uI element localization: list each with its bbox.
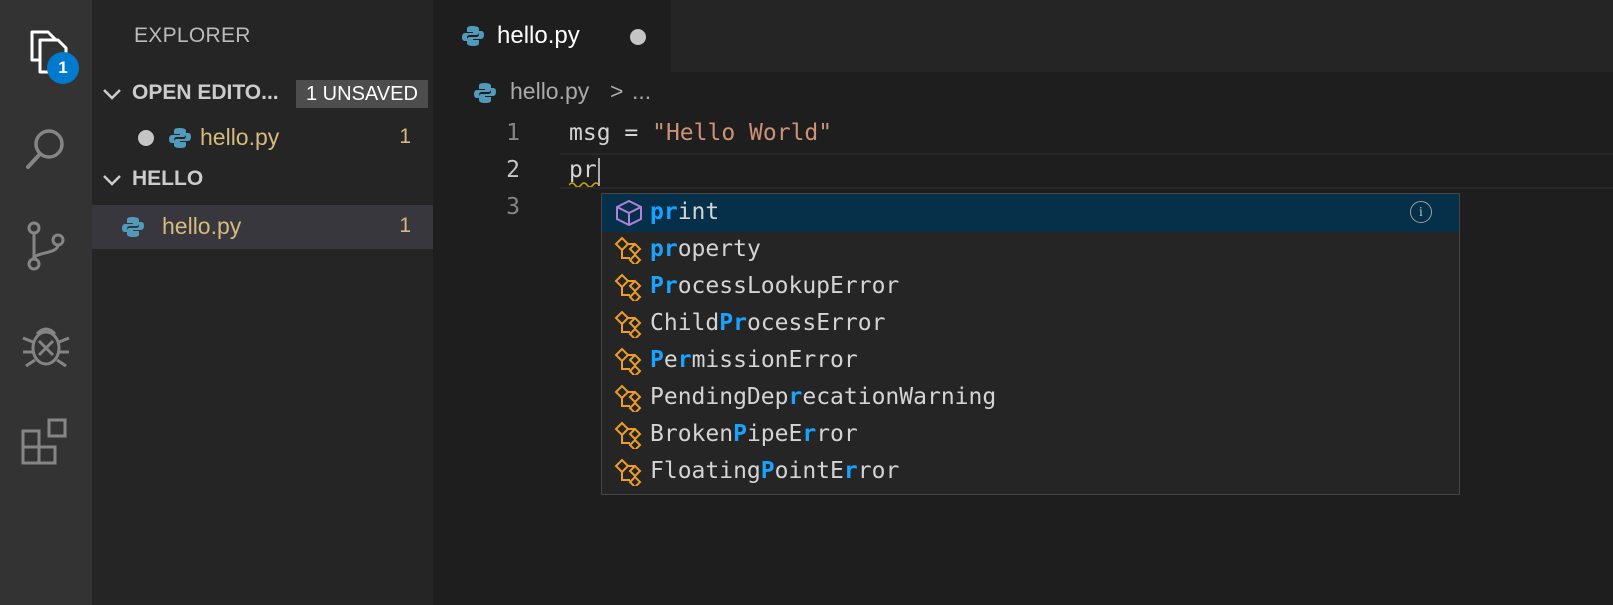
suggestion-label: PendingDeprecationWarning — [650, 384, 997, 410]
tab-bar: hello.py — [433, 0, 1613, 72]
open-editor-filename: hello.py — [200, 124, 280, 150]
suggestion-item[interactable]: FloatingPointError — [602, 453, 1459, 491]
suggestion-item[interactable]: PermissionError — [602, 342, 1459, 380]
suggestion-item[interactable]: ProcessLookupError — [602, 268, 1459, 306]
suggest-widget: print i property ProcessLookupError ChildPro… — [601, 193, 1460, 495]
class-icon — [614, 310, 644, 341]
suggestion-label: ProcessLookupError — [650, 273, 900, 299]
breadcrumb-separator: > — [610, 78, 624, 104]
python-file-icon — [462, 26, 484, 46]
suggestion-item[interactable]: ChildProcessError — [602, 305, 1459, 343]
class-icon — [614, 273, 644, 304]
problem-count: 1 — [399, 125, 411, 148]
debug-icon[interactable] — [18, 316, 74, 372]
suggestion-label: FloatingPointError — [650, 458, 900, 484]
chevron-down-icon — [103, 175, 121, 186]
tab-label: hello.py — [497, 22, 580, 49]
search-icon[interactable] — [18, 120, 74, 176]
sidebar-title: EXPLORER — [134, 24, 251, 47]
extensions-icon[interactable] — [18, 414, 74, 470]
class-icon — [614, 347, 644, 378]
open-editors-section[interactable]: OPEN EDITO... 1 UNSAVED — [92, 72, 433, 116]
class-icon — [614, 384, 644, 415]
suggestion-item[interactable]: BrokenPipeError — [602, 416, 1459, 454]
class-icon — [614, 236, 644, 267]
activity-bar: 1 — [0, 0, 92, 605]
breadcrumb-file[interactable]: hello.py — [510, 78, 589, 105]
folder-section-hello[interactable]: HELLO — [92, 158, 433, 202]
code-line-2[interactable]: pr — [569, 157, 597, 183]
suggestion-label: ChildProcessError — [650, 310, 886, 336]
explorer-badge: 1 — [47, 52, 79, 84]
python-file-icon — [474, 83, 496, 103]
current-line-highlight — [560, 153, 1613, 189]
code-operator: = — [610, 120, 653, 146]
suggestion-label: BrokenPipeError — [650, 421, 858, 447]
open-editor-item[interactable]: hello.py 1 — [92, 116, 433, 160]
chevron-down-icon — [103, 89, 121, 100]
code-string: "Hello World" — [652, 120, 833, 146]
method-icon — [614, 199, 644, 227]
error-squiggle — [569, 182, 599, 187]
class-icon — [614, 421, 644, 452]
python-file-icon — [169, 128, 191, 148]
breadcrumb-more[interactable]: ... — [632, 78, 651, 105]
unsaved-badge: 1 UNSAVED — [296, 80, 428, 108]
suggestion-label: PermissionError — [650, 347, 858, 373]
unsaved-dot-icon[interactable] — [630, 29, 646, 45]
open-editors-label: OPEN EDITO... — [132, 81, 279, 104]
suggestion-label: print — [650, 199, 720, 225]
folder-label: HELLO — [132, 167, 204, 190]
line-number: 3 — [506, 194, 520, 220]
problem-count: 1 — [399, 214, 411, 237]
tab-hello-py[interactable]: hello.py — [433, 0, 671, 72]
text-cursor — [598, 158, 600, 186]
folder-file-item[interactable]: hello.py 1 — [92, 205, 433, 249]
info-icon[interactable]: i — [1410, 201, 1432, 223]
suggestion-item[interactable]: PendingDeprecationWarning — [602, 379, 1459, 417]
class-icon — [614, 458, 644, 489]
python-file-icon — [122, 217, 144, 237]
explorer-sidebar: EXPLORER OPEN EDITO... 1 UNSAVED hello.p… — [92, 0, 433, 605]
code-variable: msg — [569, 120, 611, 146]
unsaved-dot-icon[interactable] — [138, 130, 154, 146]
suggestion-item[interactable]: property — [602, 231, 1459, 269]
source-control-icon[interactable] — [18, 218, 74, 274]
suggestion-item[interactable]: print i — [602, 194, 1459, 232]
suggestion-label: property — [650, 236, 761, 262]
line-number: 1 — [506, 120, 520, 146]
code-line-1[interactable]: msg = "Hello World" — [569, 120, 832, 146]
folder-filename: hello.py — [162, 213, 242, 239]
line-number: 2 — [506, 157, 520, 183]
